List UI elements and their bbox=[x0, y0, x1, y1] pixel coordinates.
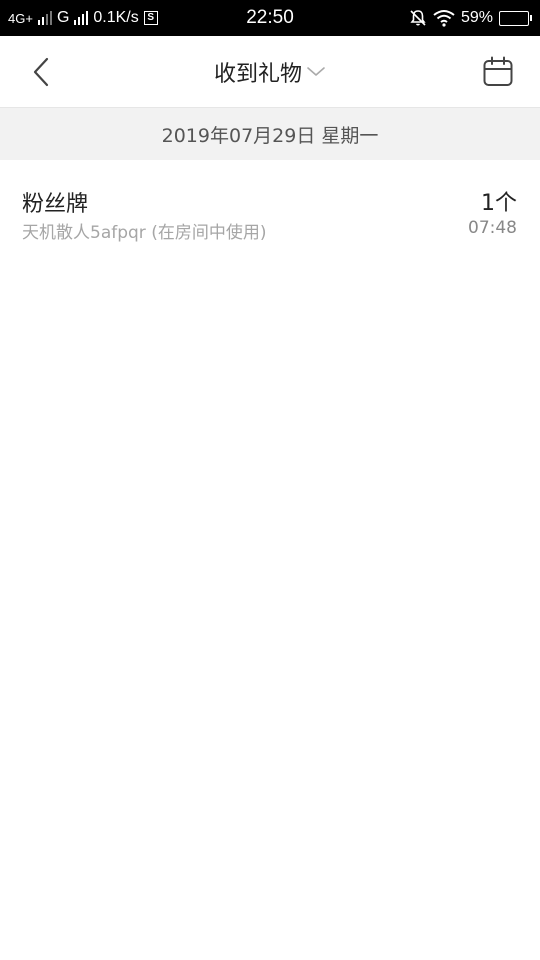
signal-secondary-icon bbox=[74, 11, 89, 25]
battery-icon bbox=[499, 10, 532, 26]
mute-bell-icon bbox=[410, 10, 426, 26]
gift-description: 天机散人5afpqr (在房间中使用) bbox=[22, 223, 267, 243]
signal-icon bbox=[37, 11, 52, 25]
gift-name: 粉丝牌 bbox=[22, 192, 89, 217]
network-speed: 0.1K/s bbox=[93, 9, 139, 26]
gift-time: 07:48 bbox=[468, 218, 517, 238]
status-right: 59% bbox=[409, 0, 532, 36]
chevron-down-icon bbox=[307, 67, 325, 76]
page-title: 收到礼物 bbox=[213, 62, 302, 87]
list-item[interactable]: 粉丝牌 天机散人5afpqr (在房间中使用) 1个 07:48 bbox=[0, 160, 540, 252]
title-wrap: 收到礼物 bbox=[0, 36, 540, 108]
battery-percent: 59% bbox=[460, 9, 493, 26]
s-app-icon: S bbox=[143, 11, 158, 25]
date-section-header: 2019年07月29日 星期一 bbox=[0, 108, 540, 160]
status-left: 4G+ G 0.1K/s S bbox=[8, 0, 158, 36]
nav-bar: 收到礼物 bbox=[0, 36, 540, 108]
gift-count: 1个 bbox=[481, 191, 517, 216]
network-type-primary: 4G+ bbox=[8, 10, 33, 26]
calendar-button[interactable] bbox=[476, 50, 520, 94]
title-dropdown[interactable]: 收到礼物 bbox=[214, 56, 326, 88]
network-type-secondary: G bbox=[56, 9, 70, 26]
calendar-icon bbox=[483, 56, 513, 86]
gift-record-list: 粉丝牌 天机散人5afpqr (在房间中使用) 1个 07:48 bbox=[0, 160, 540, 252]
wifi-icon bbox=[433, 10, 455, 27]
status-bar: 4G+ G 0.1K/s S 22:50 59% bbox=[0, 0, 540, 36]
